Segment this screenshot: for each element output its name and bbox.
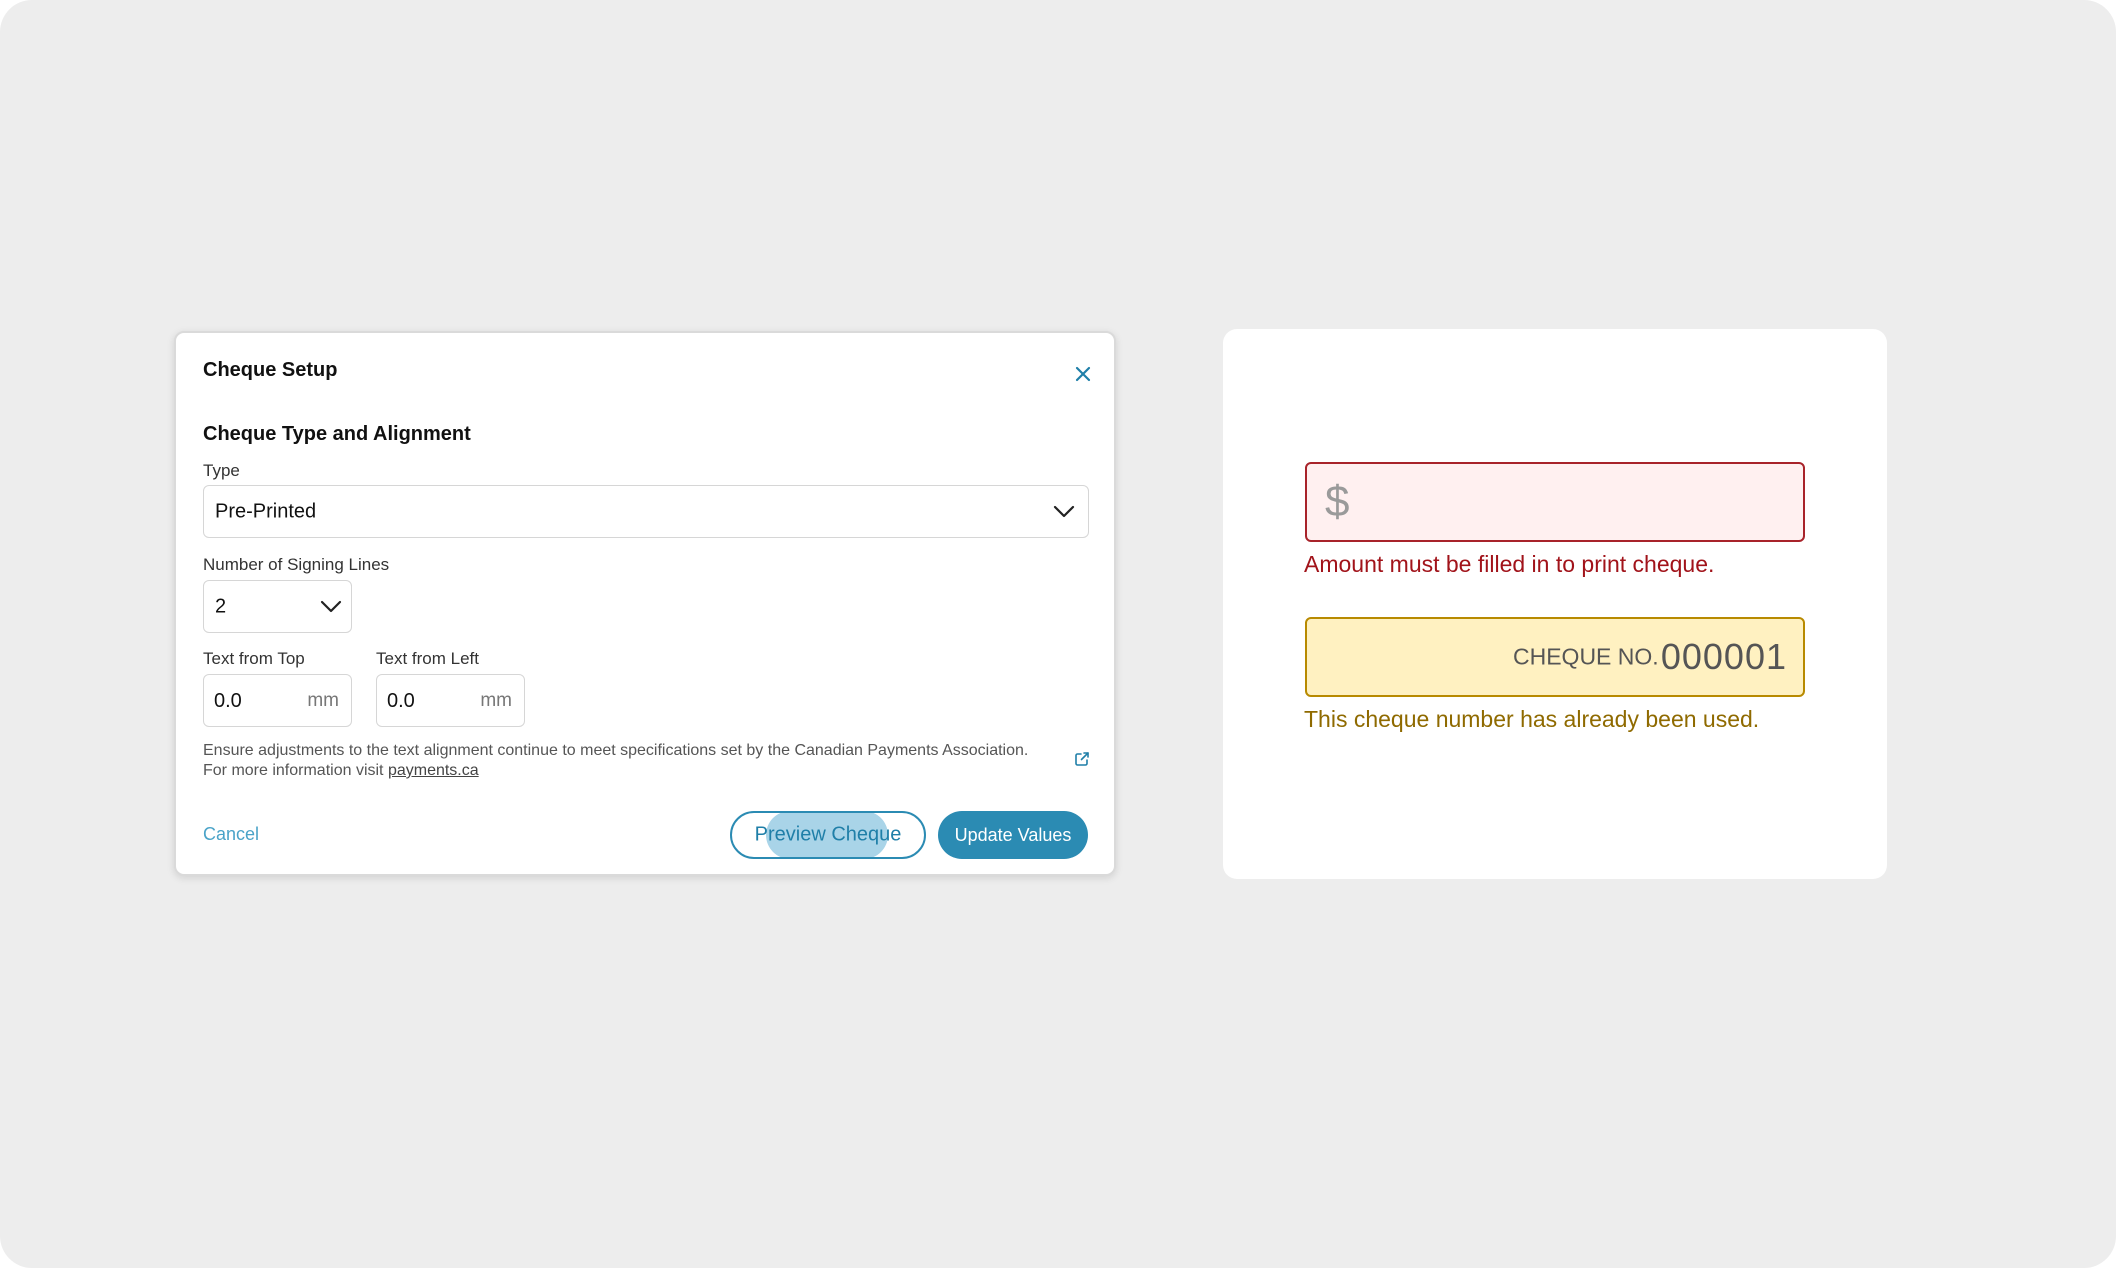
text-from-top-unit: mm [307,689,339,711]
text-from-left-label: Text from Left [376,649,479,668]
payments-link[interactable]: payments.ca [388,762,479,779]
alignment-helper-text: Ensure adjustments to the text alignment… [203,741,1063,781]
type-select[interactable]: Pre-Printed [203,485,1089,538]
app-background: Cheque Setup Cheque Type and Alignment T… [0,0,2116,1268]
text-from-left-input[interactable] [387,687,467,715]
cheque-number-value: 000001 [1660,636,1787,677]
signing-lines-select[interactable]: 2 [203,580,352,633]
chevron-down-icon [1053,505,1075,517]
cancel-button[interactable]: Cancel [203,824,259,845]
text-from-top-input[interactable] [214,687,294,715]
cheque-number-field[interactable]: CHEQUE NO. 000001 [1305,617,1805,697]
text-from-top-field: mm [203,674,352,727]
section-title: Cheque Type and Alignment [203,423,471,445]
chevron-down-icon [320,600,342,612]
dollar-sign: $ [1325,477,1350,526]
dialog-title: Cheque Setup [203,359,338,381]
cheque-number-label: CHEQUE NO. [1513,643,1659,670]
text-from-top-label: Text from Top [203,649,305,668]
helper-line-1: Ensure adjustments to the text alignment… [203,742,1029,759]
validation-panel: $ Amount must be filled in to print cheq… [1223,329,1887,879]
update-values-button[interactable]: Update Values [938,811,1088,859]
signing-lines-value: 2 [215,595,227,617]
text-from-left-unit: mm [480,689,512,711]
preview-cheque-button[interactable]: Preview Cheque [730,811,926,859]
helper-line-2-prefix: For more information visit [203,762,388,779]
text-from-left-field: mm [376,674,525,727]
external-link-icon[interactable] [1074,751,1090,767]
signing-lines-label: Number of Signing Lines [203,555,390,574]
close-icon[interactable] [1070,361,1096,387]
preview-cheque-label: Preview Cheque [754,823,902,846]
type-select-value: Pre-Printed [215,500,317,522]
amount-field[interactable]: $ [1305,462,1805,542]
cheque-number-warning: This cheque number has already been used… [1304,706,1760,732]
cheque-setup-dialog: Cheque Setup Cheque Type and Alignment T… [174,331,1116,876]
type-label: Type [203,461,240,480]
helper-line-2: For more information visit payments.ca [203,761,1063,781]
amount-error-message: Amount must be filled in to print cheque… [1304,551,1715,577]
amount-input[interactable] [1367,482,1787,526]
